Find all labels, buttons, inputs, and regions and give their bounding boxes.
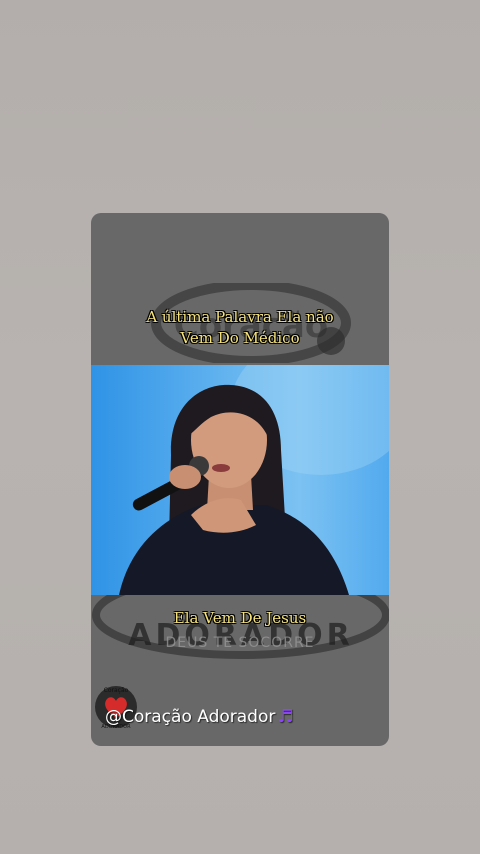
caption-bottom: Ela Vem De Jesus <box>173 609 307 627</box>
author-handle[interactable]: Coração ADORADOR @Coração Adorador ♬ <box>91 686 389 736</box>
singer-image <box>119 365 389 595</box>
caption-top-line-1: A última Palavra Ela não <box>146 308 334 326</box>
story-card[interactable]: Coração A última Palavra Ela não Vem Do … <box>91 213 389 746</box>
handle-text: @Coração Adorador <box>105 707 276 727</box>
watermark-subtext: DEUS TE SOCORRE <box>165 635 315 651</box>
caption-top-line-2: Vem Do Médico <box>180 329 300 347</box>
music-notes-icon: ♬ <box>277 706 294 727</box>
video-frame[interactable] <box>91 365 389 595</box>
caption-top: A última Palavra Ela não Vem Do Médico <box>91 307 389 349</box>
handle-line: @Coração Adorador ♬ <box>105 706 294 727</box>
logo-text-top: Coração <box>104 687 129 694</box>
